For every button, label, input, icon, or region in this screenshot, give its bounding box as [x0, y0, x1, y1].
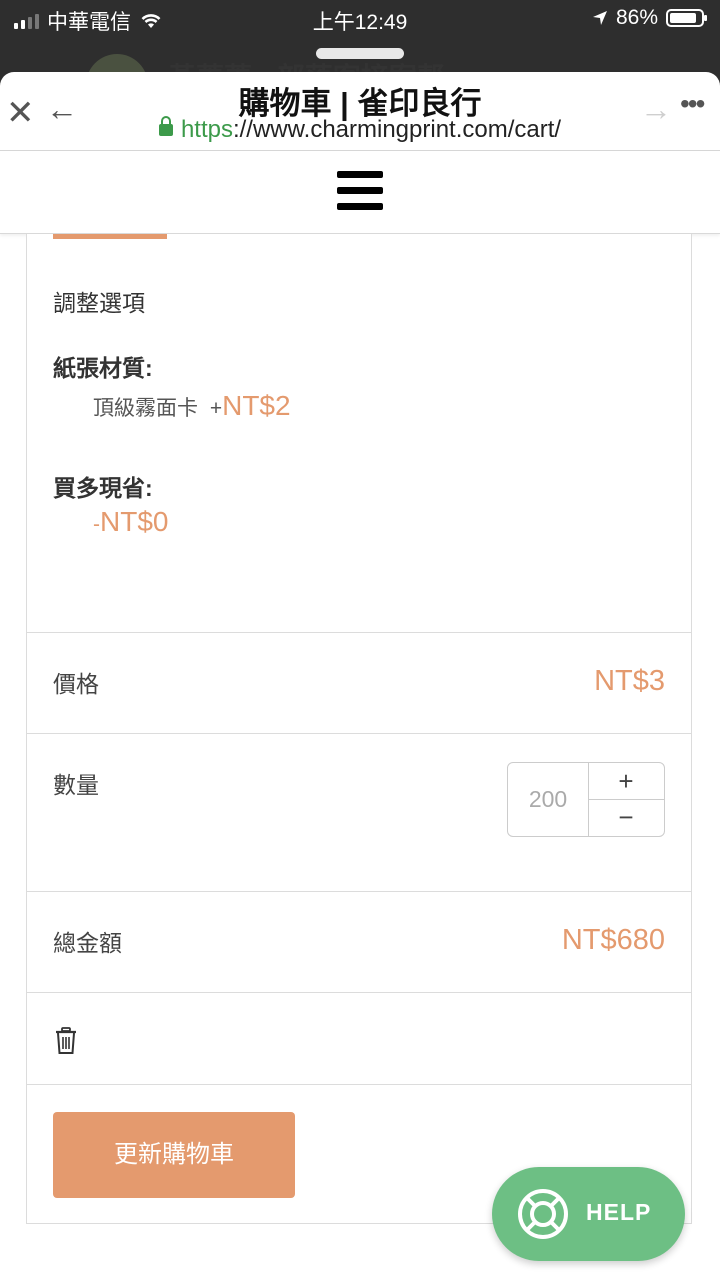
bulk-discount-value: -NT$0 — [93, 506, 168, 538]
url-bar[interactable]: https://www.charmingprint.com/cart/ — [0, 116, 720, 144]
bulk-sign: - — [93, 513, 100, 536]
url-path: ://www.charmingprint.com/cart/ — [232, 116, 562, 143]
status-right: 86% — [592, 6, 707, 30]
site-header — [0, 151, 720, 234]
location-arrow-icon — [592, 11, 607, 25]
price-row: 價格 NT$3 — [27, 632, 691, 733]
accent-bar — [53, 234, 167, 239]
quantity-increase-button[interactable]: + — [588, 763, 664, 800]
remove-row — [27, 992, 691, 1084]
paper-material-value: 頂級霧面卡 +NT$2 — [93, 390, 291, 422]
quantity-row: 數量 200 + − — [27, 733, 691, 891]
battery-percent: 86% — [615, 6, 658, 29]
battery-icon — [666, 9, 707, 27]
paper-option-name: 頂級霧面卡 — [93, 397, 198, 420]
sheet-grab-handle[interactable] — [316, 48, 404, 59]
hamburger-menu-icon[interactable] — [337, 171, 383, 211]
quantity-input[interactable]: 200 — [508, 763, 589, 836]
close-icon[interactable]: ✕ — [6, 96, 35, 130]
bulk-discount-price: NT$0 — [100, 506, 169, 537]
update-cart-button[interactable]: 更新購物車 — [53, 1112, 295, 1198]
quantity-label: 數量 — [53, 772, 99, 798]
price-value: NT$3 — [594, 665, 665, 697]
total-label: 總金額 — [53, 930, 122, 956]
total-value: NT$680 — [561, 924, 665, 956]
quantity-decrease-button[interactable]: − — [588, 800, 664, 836]
trash-icon[interactable] — [55, 1027, 77, 1055]
url-protocol: https — [180, 116, 233, 143]
paper-price-sign: + — [209, 397, 223, 420]
cart-item-card: 調整選項 紙張材質: 頂級霧面卡 +NT$2 買多現省: -NT$0 價格 NT… — [26, 234, 692, 1224]
help-label: HELP — [586, 1199, 652, 1225]
quantity-stepper: 200 + − — [507, 762, 665, 837]
status-bar: 中華電信 上午12:49 86% — [0, 0, 720, 36]
total-row: 總金額 NT$680 — [27, 891, 691, 992]
help-button[interactable]: HELP — [492, 1167, 685, 1261]
lock-icon — [158, 116, 173, 136]
back-arrow-icon[interactable]: ← — [46, 93, 78, 125]
divider — [27, 1084, 691, 1085]
bulk-discount-label: 買多現省: — [53, 475, 153, 501]
more-options-icon[interactable]: ••• — [680, 90, 705, 118]
lifebuoy-icon — [518, 1189, 568, 1239]
adjust-options-title: 調整選項 — [53, 290, 145, 316]
paper-material-label: 紙張材質: — [53, 355, 153, 381]
forward-arrow-icon[interactable]: → — [640, 93, 672, 125]
price-label: 價格 — [53, 671, 99, 697]
browser-toolbar: 購物車 | 雀印良行 https://www.charmingprint.com… — [0, 72, 720, 151]
paper-option-price: NT$2 — [222, 390, 291, 421]
